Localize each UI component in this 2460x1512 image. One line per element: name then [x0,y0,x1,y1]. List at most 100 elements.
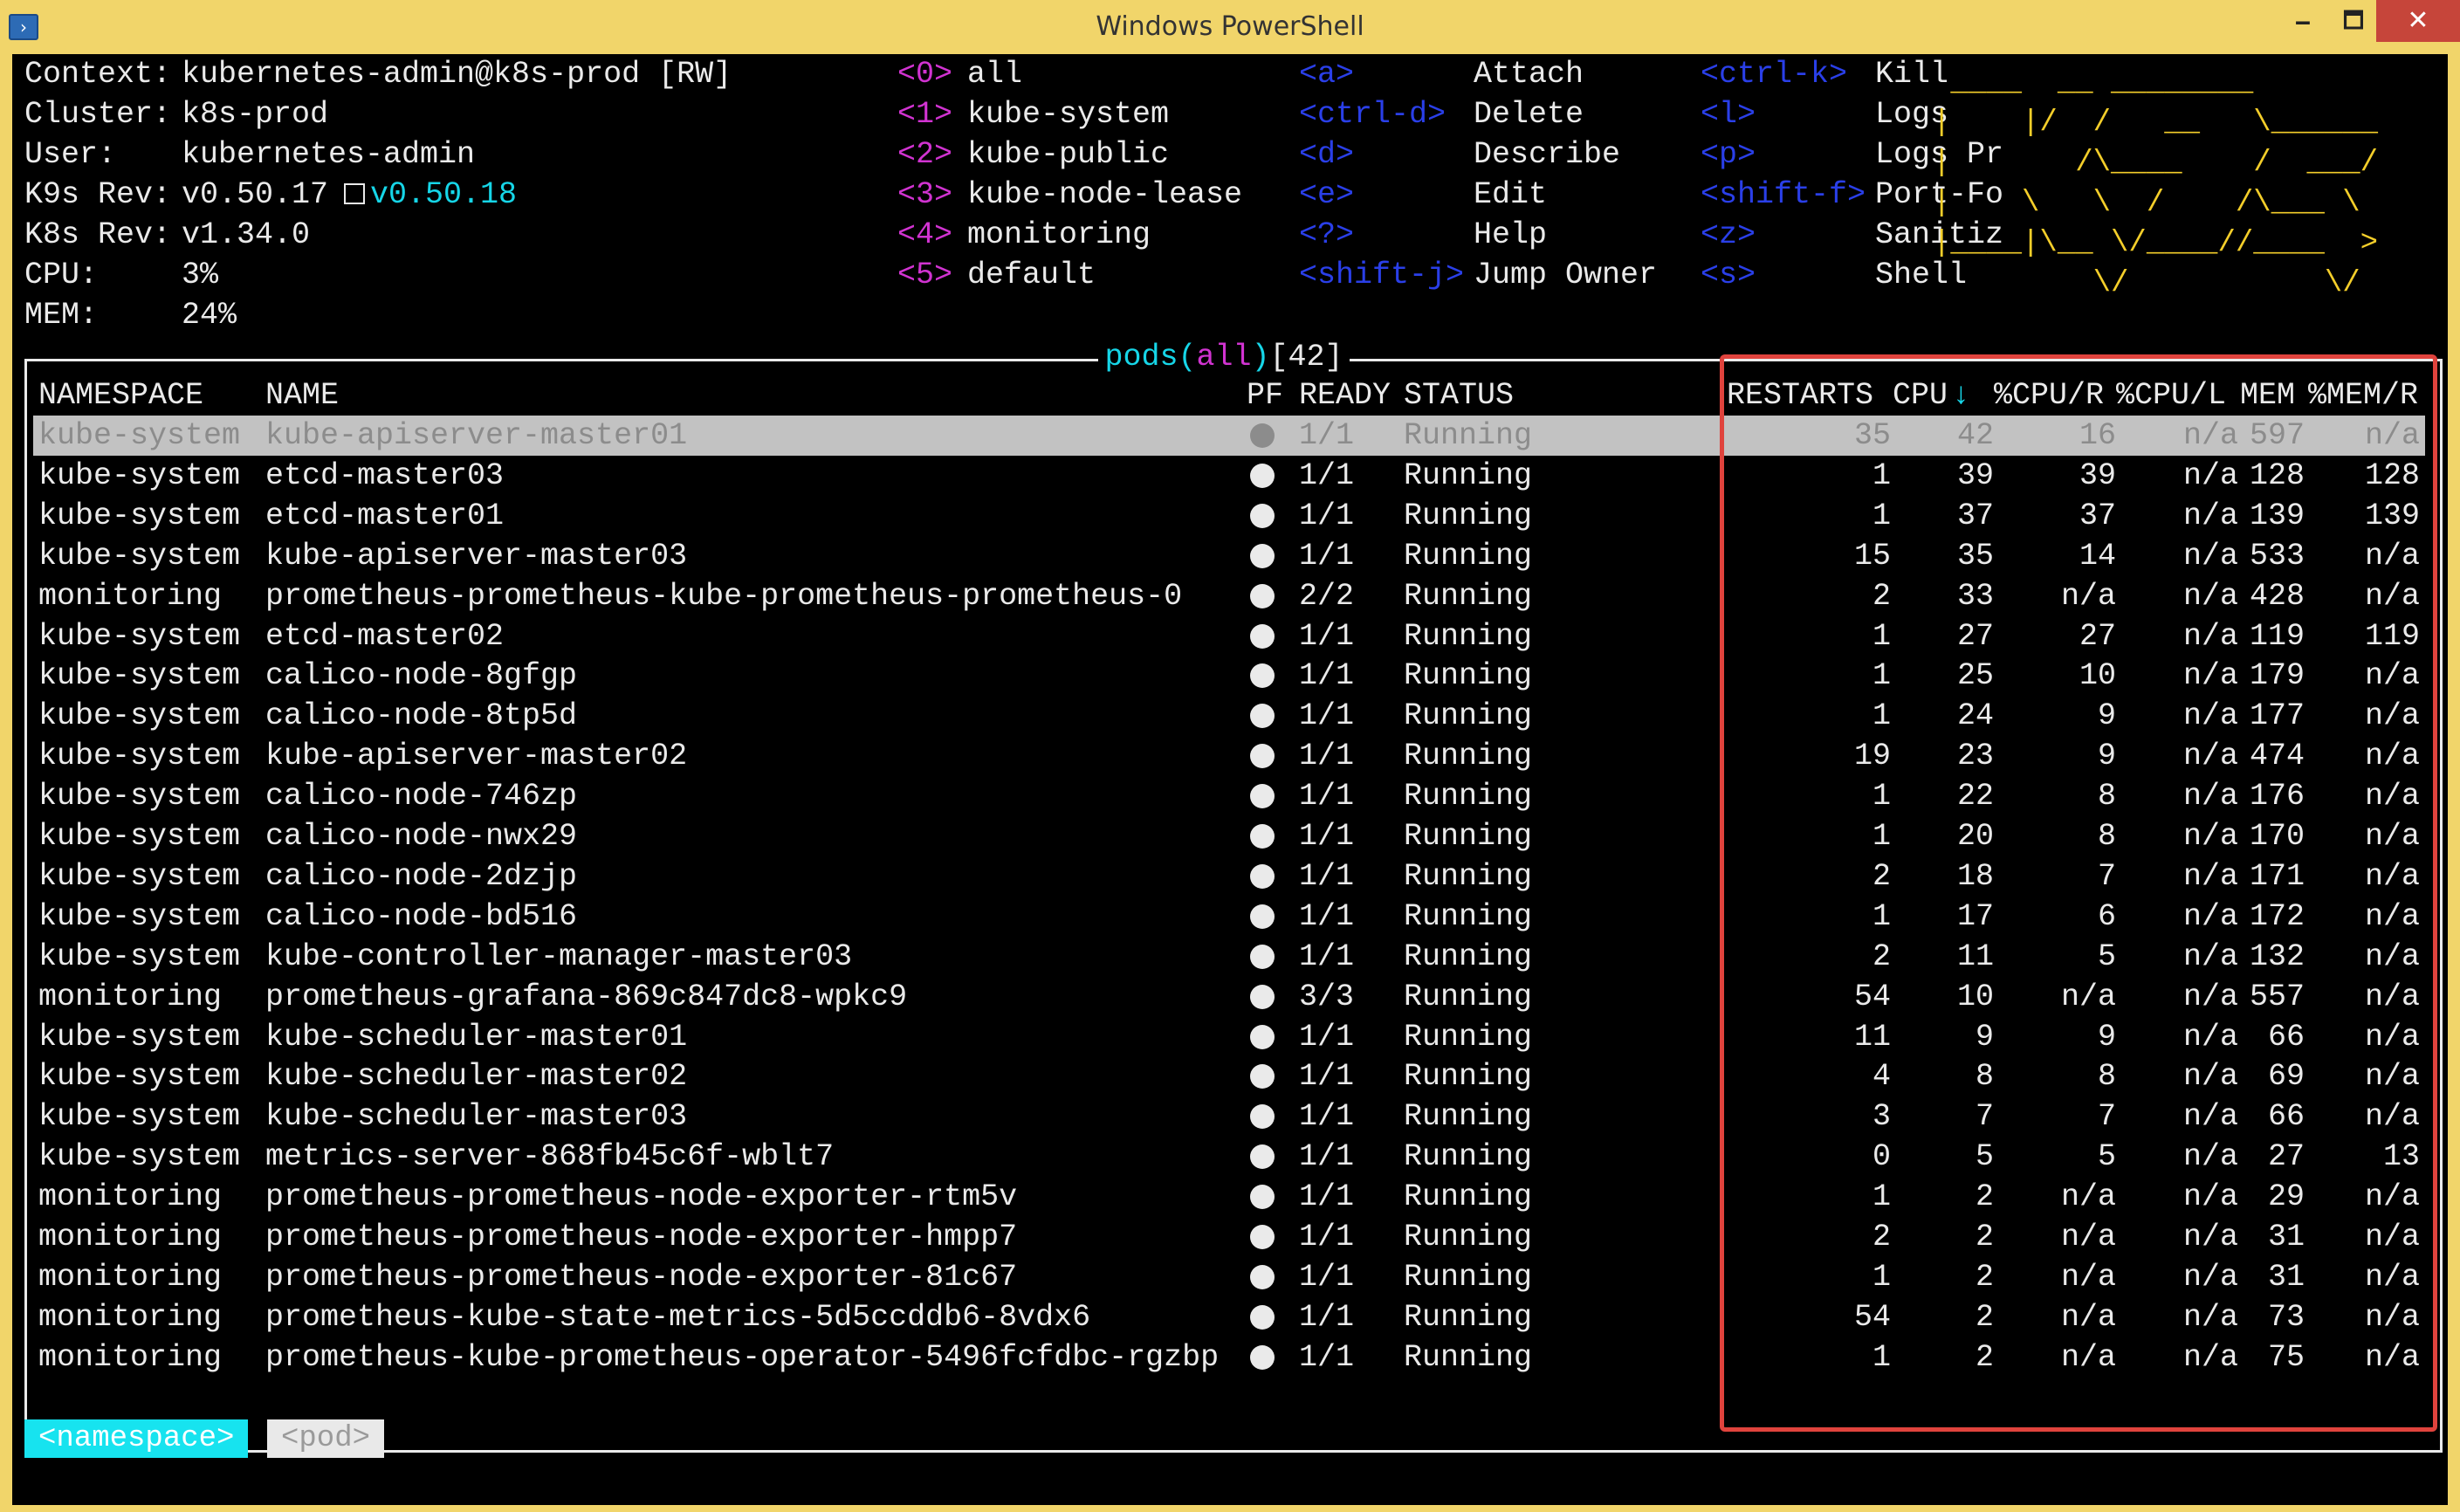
cell-status: Running [1404,1059,1533,1094]
column-header-ready[interactable]: READY [1299,375,1391,416]
column-header-status[interactable]: STATUS [1404,375,1514,416]
info-value: v0.50.17 [182,177,329,212]
table-scope: all [1196,340,1252,375]
title-bracket-close: ] [1324,340,1343,375]
column-header-namespace[interactable]: NAMESPACE [38,375,203,416]
cell-status: Running [1404,979,1533,1014]
cell-namespace: monitoring [38,579,223,614]
cell-status: Running [1404,1260,1533,1295]
cell-name: etcd-master03 [265,458,505,493]
port-forward-indicator-icon [1250,824,1275,849]
cell-status: Running [1404,859,1533,894]
cell-ready: 2/2 [1299,579,1355,614]
shortcut-key: <a> [1299,57,1355,92]
terminal[interactable]: Context: kubernetes-admin@k8s-prod [RW] Cl… [12,54,2448,1505]
port-forward-indicator-icon [1250,784,1275,808]
logo-line: | |/ / __ \______ [1933,107,2379,140]
port-forward-indicator-icon [1250,1185,1275,1209]
breadcrumb-namespace[interactable]: <namespace> [24,1419,249,1458]
cell-name: kube-apiserver-master02 [265,739,688,773]
close-button[interactable]: ✕ [2376,0,2460,42]
maximize-button[interactable]: 🗖 [2329,0,2378,42]
window-title: Windows PowerShell [1096,11,1364,42]
logo-line: | /\____ / ___/ [1933,147,2379,180]
cell-name: kube-controller-manager-master03 [265,939,853,974]
cell-name: prometheus-prometheus-kube-prometheus-pr… [265,579,1183,614]
namespace-name[interactable]: default [967,255,1096,295]
update-available-icon [344,183,365,204]
namespace-key[interactable]: <5> [897,255,952,295]
cell-status: Running [1404,498,1533,533]
namespace-key[interactable]: <1> [897,94,952,134]
title-bar[interactable]: › Windows PowerShell 🗕 🗖 ✕ [0,0,2460,54]
namespace-name[interactable]: all [967,54,1022,94]
cell-ready: 1/1 [1299,658,1355,693]
logo-line: \/ \/ [1933,267,2360,300]
cell-namespace: kube-system [38,1059,241,1094]
cell-ready: 1/1 [1299,619,1355,654]
cell-status: Running [1404,1099,1533,1134]
namespace-key[interactable]: <2> [897,134,952,175]
cell-ready: 1/1 [1299,1059,1355,1094]
shortcut-name: Edit [1474,177,1548,212]
breadcrumb-pod[interactable]: <pod> [267,1419,385,1458]
namespace-name[interactable]: kube-node-lease [967,175,1242,215]
column-header-name[interactable]: NAME [265,375,339,416]
cell-namespace: kube-system [38,658,241,693]
cell-name: prometheus-kube-state-metrics-5d5ccddb6-… [265,1300,1091,1335]
cell-namespace: kube-system [38,498,241,533]
namespace-name[interactable]: kube-system [967,94,1169,134]
cell-status: Running [1404,939,1533,974]
minimize-button[interactable]: 🗕 [2278,0,2327,42]
cell-ready: 1/1 [1299,859,1355,894]
info-value: k8s-prod [182,97,329,132]
cell-name: etcd-master01 [265,498,505,533]
cell-status: Running [1404,579,1533,614]
port-forward-indicator-icon [1250,624,1275,649]
column-header-pf[interactable]: PF [1247,375,1283,416]
shortcut-key: <l> [1701,97,1756,132]
frame-top-left-line [24,359,1098,361]
cell-namespace: kube-system [38,899,241,934]
shortcut-key: <shift-j> [1299,258,1465,292]
cell-namespace: kube-system [38,698,241,733]
cell-namespace: monitoring [38,1260,223,1295]
info-label: CPU: [24,258,99,292]
table-resource: pods [1104,340,1178,375]
cell-ready: 1/1 [1299,698,1355,733]
table-count: 42 [1288,340,1325,375]
namespace-key[interactable]: <0> [897,54,952,94]
info-label: K8s Rev: [24,217,172,252]
namespace-name[interactable]: kube-public [967,134,1169,175]
port-forward-indicator-icon [1250,1225,1275,1249]
cell-ready: 1/1 [1299,1340,1355,1375]
port-forward-indicator-icon [1250,1265,1275,1289]
cell-name: prometheus-prometheus-node-exporter-81c6… [265,1260,1018,1295]
namespace-key[interactable]: <3> [897,175,952,215]
port-forward-indicator-icon [1250,1025,1275,1049]
cell-namespace: kube-system [38,779,241,814]
cell-name: prometheus-kube-prometheus-operator-5496… [265,1340,1220,1375]
cell-name: metrics-server-868fb45c6f-wblt7 [265,1139,835,1174]
info-value: v1.34.0 [182,217,311,252]
port-forward-indicator-icon [1250,985,1275,1009]
namespace-key[interactable]: <4> [897,215,952,255]
info-value: 3% [182,258,219,292]
cell-namespace: kube-system [38,1099,241,1134]
logo-line: |____|\__ \/____//____ > [1933,227,2379,260]
port-forward-indicator-icon [1250,744,1275,768]
namespace-name[interactable]: monitoring [967,215,1151,255]
cell-status: Running [1404,619,1533,654]
cell-namespace: monitoring [38,979,223,1014]
cell-namespace: kube-system [38,739,241,773]
cell-ready: 1/1 [1299,1179,1355,1214]
port-forward-indicator-icon [1250,864,1275,889]
port-forward-indicator-icon [1250,1305,1275,1330]
cell-ready: 1/1 [1299,779,1355,814]
cell-name: prometheus-prometheus-node-exporter-rtm5… [265,1179,1018,1214]
cell-ready: 1/1 [1299,819,1355,854]
port-forward-indicator-icon [1250,464,1275,488]
cell-ready: 1/1 [1299,498,1355,533]
cell-status: Running [1404,1220,1533,1254]
info-value: kubernetes-admin [182,137,476,172]
